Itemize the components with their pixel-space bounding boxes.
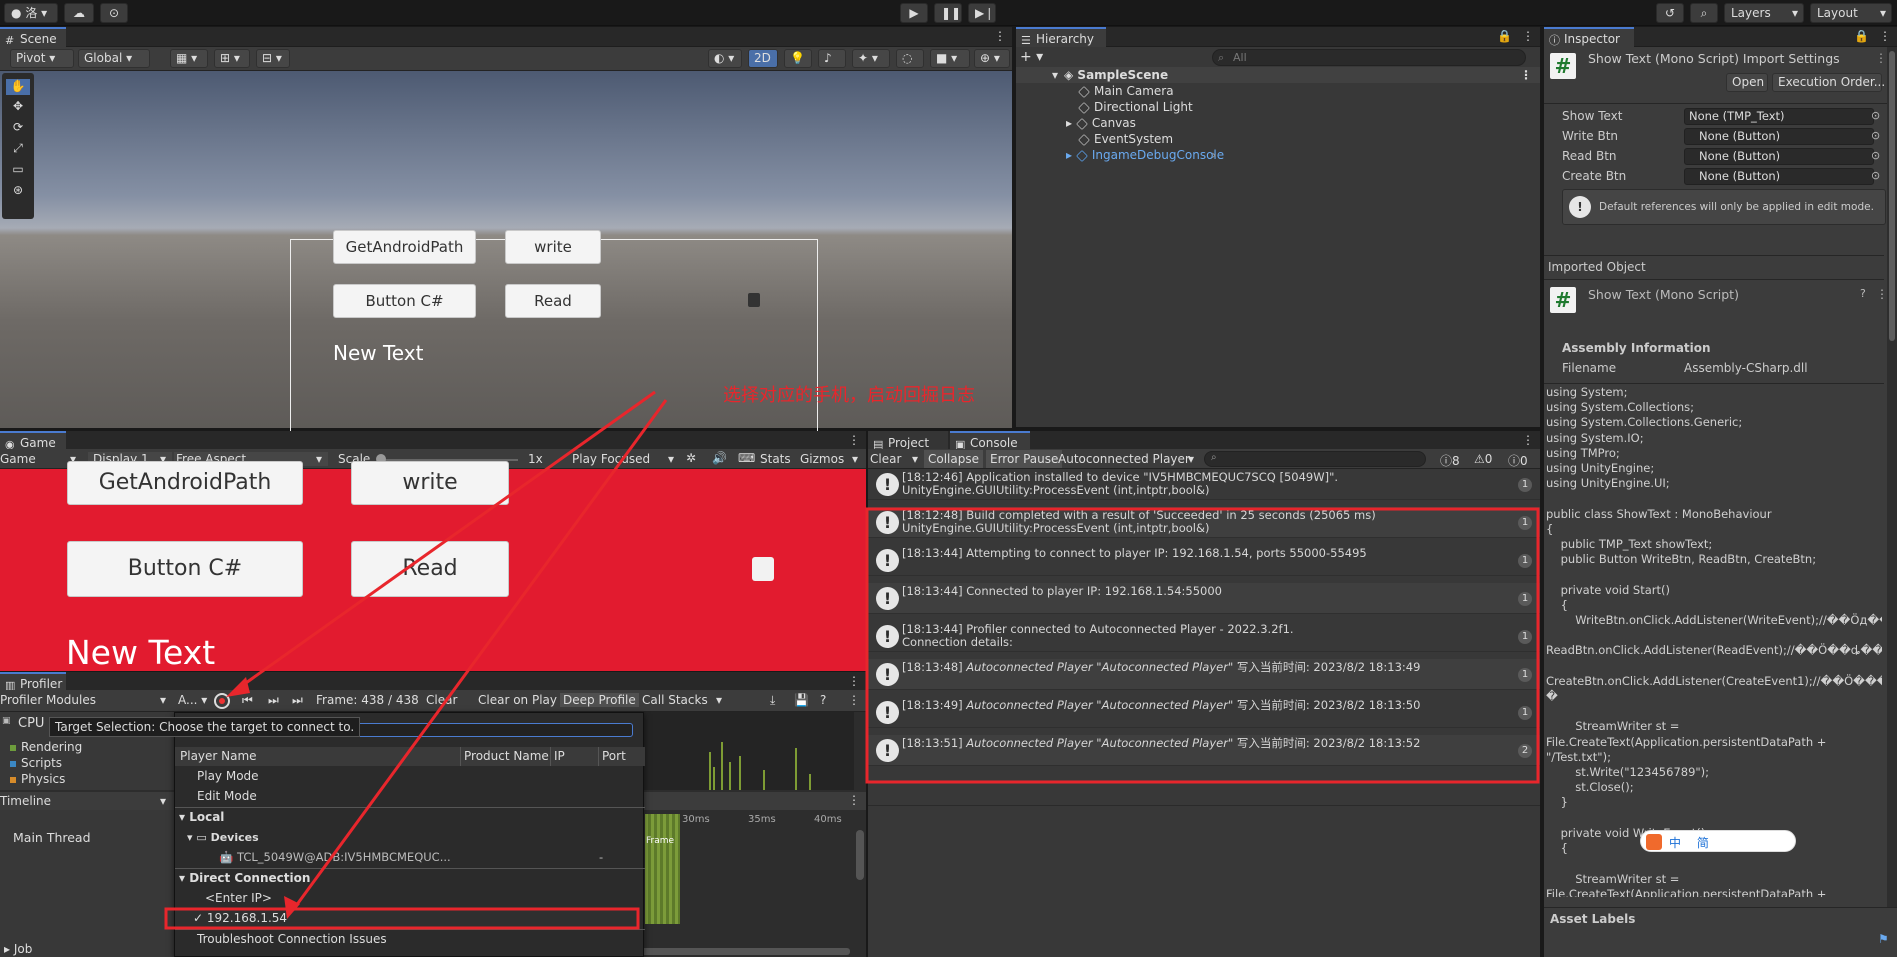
console-highlight-box — [865, 507, 1540, 784]
arrowhead — [226, 677, 250, 697]
ip-highlight-box — [164, 907, 640, 930]
arrow-to-record — [235, 390, 656, 692]
arrow-to-ip — [291, 399, 668, 911]
annotation-overlay — [164, 390, 1540, 930]
